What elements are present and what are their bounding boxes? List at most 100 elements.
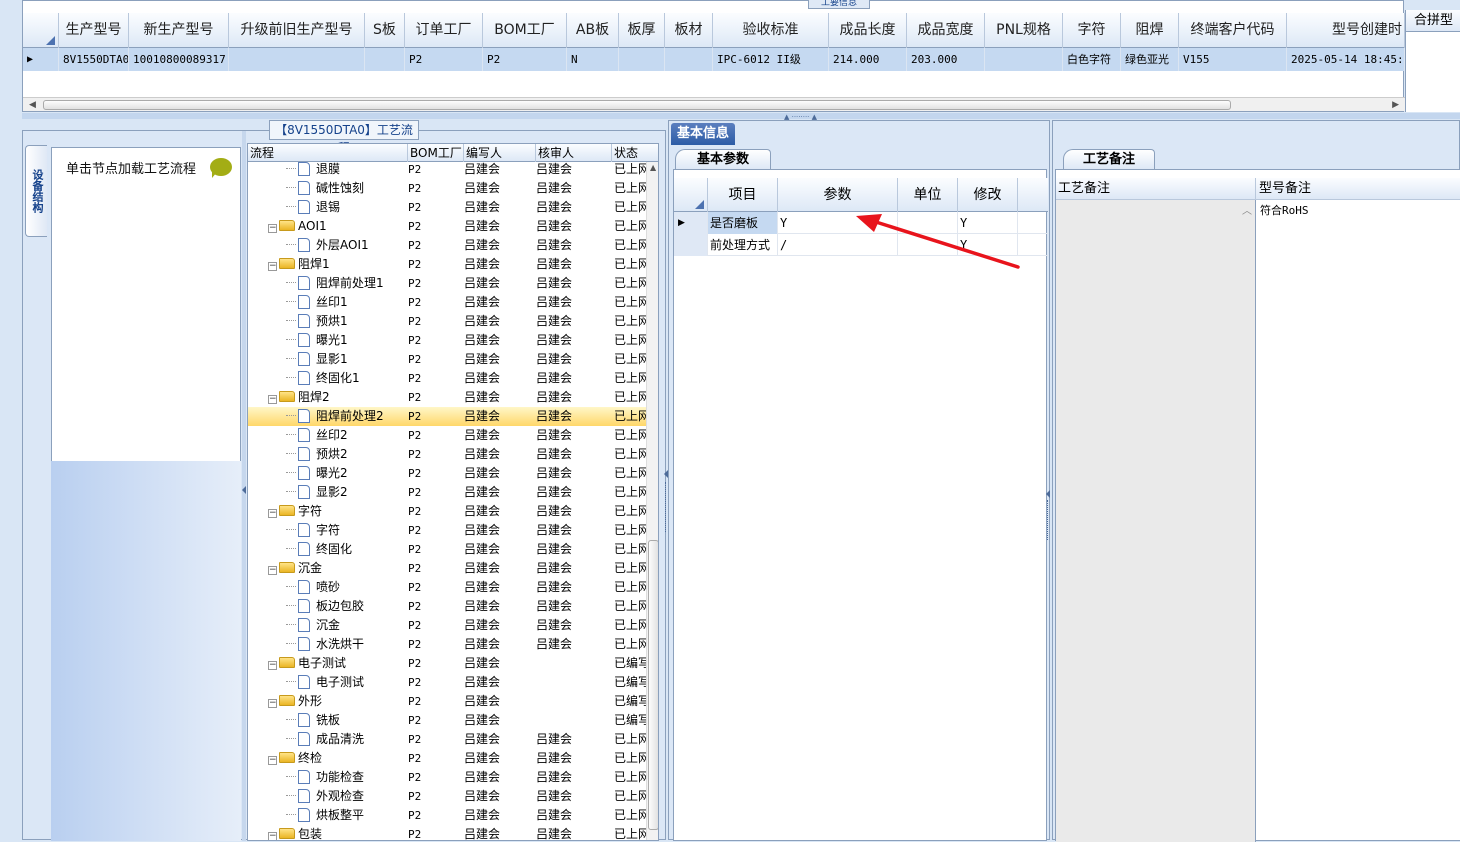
cell-bom[interactable]: P2 — [408, 255, 464, 274]
cell-status[interactable]: 已上网 — [614, 540, 646, 559]
tree-node[interactable]: 碱性蚀刻 — [286, 179, 408, 198]
tab-process-notes[interactable]: 工艺备注 — [1063, 149, 1155, 169]
cell-reviewer[interactable] — [536, 711, 612, 730]
cell-reviewer[interactable]: 吕建会 — [536, 825, 612, 840]
cell-status[interactable]: 已上网 — [614, 331, 646, 350]
cell-created[interactable]: 2025-05-14 18:45:22 — [1287, 48, 1405, 71]
col-header[interactable]: 阻焊 — [1121, 13, 1179, 48]
tree-node[interactable]: 外观检查 — [286, 787, 408, 806]
cell-status[interactable]: 已编写 — [614, 673, 646, 692]
cell-bom[interactable]: P2 — [408, 597, 464, 616]
col-header[interactable]: 验收标准 — [713, 13, 829, 48]
cell-editor[interactable]: 吕建会 — [464, 749, 536, 768]
tree-node[interactable]: 曝光1 — [286, 331, 408, 350]
cell-status[interactable]: 已上网 — [614, 597, 646, 616]
tree-node[interactable]: 外层AOI1 — [286, 236, 408, 255]
cell-reviewer[interactable]: 吕建会 — [536, 521, 612, 540]
tab-basic-params[interactable]: 基本参数 — [675, 149, 771, 169]
tree-node[interactable]: 预烘2 — [286, 445, 408, 464]
cell-bom[interactable]: P2 — [408, 787, 464, 806]
cell-bom[interactable]: P2 — [408, 502, 464, 521]
tree-node[interactable]: − 包装 — [268, 825, 408, 840]
cell-editor[interactable]: 吕建会 — [464, 426, 536, 445]
cell-solder-mask[interactable]: 绿色亚光 — [1121, 48, 1179, 71]
tree-row[interactable]: 外层AOI1P2吕建会吕建会已上网 — [248, 236, 646, 255]
cell-bom[interactable]: P2 — [408, 559, 464, 578]
tree-row[interactable]: −沉金P2吕建会吕建会已上网 — [248, 559, 646, 578]
tree-row[interactable]: −AOI1P2吕建会吕建会已上网 — [248, 217, 646, 236]
cell-reviewer[interactable]: 吕建会 — [536, 388, 612, 407]
cell-reviewer[interactable]: 吕建会 — [536, 274, 612, 293]
tree-row[interactable]: −阻焊1P2吕建会吕建会已上网 — [248, 255, 646, 274]
cell-reviewer[interactable] — [536, 692, 612, 711]
col-header-unit[interactable]: 单位 — [898, 178, 958, 212]
cell-bom[interactable]: P2 — [408, 711, 464, 730]
scroll-right-icon[interactable]: ▶ — [1392, 100, 1399, 110]
tree-node[interactable]: 烘板整平 — [286, 806, 408, 825]
cell-reviewer[interactable]: 吕建会 — [536, 768, 612, 787]
tree-node[interactable]: 退锡 — [286, 198, 408, 217]
cell-reviewer[interactable]: 吕建会 — [536, 502, 612, 521]
cell-status[interactable]: 已编写 — [614, 711, 646, 730]
tree-node[interactable]: 功能检查 — [286, 768, 408, 787]
tree-row[interactable]: 阻焊前处理1P2吕建会吕建会已上网 — [248, 274, 646, 293]
tree-node[interactable]: − 终检 — [268, 749, 408, 768]
cell-bom[interactable]: P2 — [408, 749, 464, 768]
cell-bom-factory[interactable]: P2 — [483, 48, 567, 71]
col-header[interactable]: 新生产型号 — [129, 13, 229, 48]
col-header[interactable]: AB板 — [567, 13, 619, 48]
cell-production-model[interactable]: 8V1550DTA0 — [59, 48, 129, 71]
cell-editor[interactable]: 吕建会 — [464, 825, 536, 840]
model-note-text[interactable]: 符合RoHS — [1260, 202, 1309, 218]
cell-status[interactable]: 已上网 — [614, 426, 646, 445]
cell-editor[interactable]: 吕建会 — [464, 388, 536, 407]
cell-status[interactable]: 已上网 — [614, 388, 646, 407]
cell-status[interactable]: 已上网 — [614, 236, 646, 255]
cell-editor[interactable]: 吕建会 — [464, 673, 536, 692]
tree-node[interactable]: 板边包胶 — [286, 597, 408, 616]
cell-editor[interactable]: 吕建会 — [464, 654, 536, 673]
col-header[interactable]: 成品宽度 — [907, 13, 985, 48]
tree-node[interactable]: 电子测试 — [286, 673, 408, 692]
cell-new-model[interactable]: 10010800089317 — [129, 48, 229, 71]
cell-status[interactable]: 已上网 — [614, 350, 646, 369]
cell-length[interactable]: 214.000 — [829, 48, 907, 71]
cell-reviewer[interactable] — [536, 673, 612, 692]
tree-node[interactable]: 终固化1 — [286, 369, 408, 388]
cell-reviewer[interactable]: 吕建会 — [536, 198, 612, 217]
cell-status[interactable]: 已上网 — [614, 255, 646, 274]
cell-editor[interactable]: 吕建会 — [464, 312, 536, 331]
cell-editor[interactable]: 吕建会 — [464, 692, 536, 711]
cell-bom[interactable]: P2 — [408, 540, 464, 559]
tree-row[interactable]: 退膜P2吕建会吕建会已上网 — [248, 160, 646, 179]
cell-status[interactable]: 已上网 — [614, 749, 646, 768]
tree-node[interactable]: − 外形 — [268, 692, 408, 711]
cell-editor[interactable]: 吕建会 — [464, 198, 536, 217]
cell-order-factory[interactable]: P2 — [405, 48, 483, 71]
col-header[interactable]: PNL规格 — [985, 13, 1063, 48]
tree-row[interactable]: 字符P2吕建会吕建会已上网 — [248, 521, 646, 540]
cell-status[interactable]: 已上网 — [614, 369, 646, 388]
tree-row[interactable]: 碱性蚀刻P2吕建会吕建会已上网 — [248, 179, 646, 198]
cell-bom[interactable]: P2 — [408, 293, 464, 312]
cell-status[interactable]: 已上网 — [614, 483, 646, 502]
tab-basic-info[interactable]: 基本信息 — [671, 123, 735, 145]
cell-reviewer[interactable]: 吕建会 — [536, 749, 612, 768]
tree-row[interactable]: −终检P2吕建会吕建会已上网 — [248, 749, 646, 768]
tree-node[interactable]: 沉金 — [286, 616, 408, 635]
cell-editor[interactable]: 吕建会 — [464, 597, 536, 616]
side-tab-equipment[interactable]: 设备结构 — [25, 145, 47, 237]
cell-bom[interactable]: P2 — [408, 274, 464, 293]
cell-bom[interactable]: P2 — [408, 236, 464, 255]
tree-row[interactable]: 水洗烘干P2吕建会吕建会已上网 — [248, 635, 646, 654]
collapse-icon[interactable]: − — [268, 224, 277, 233]
col-header[interactable]: 终端客户代码 — [1179, 13, 1287, 48]
cell-reviewer[interactable]: 吕建会 — [536, 179, 612, 198]
cell-status[interactable]: 已编写 — [614, 654, 646, 673]
cell-bom[interactable]: P2 — [408, 654, 464, 673]
cell-status[interactable]: 已上网 — [614, 179, 646, 198]
cell-editor[interactable]: 吕建会 — [464, 711, 536, 730]
cell-editor[interactable]: 吕建会 — [464, 445, 536, 464]
col-header[interactable]: 型号创建时 — [1287, 13, 1405, 48]
cell-ab-board[interactable]: N — [567, 48, 619, 71]
